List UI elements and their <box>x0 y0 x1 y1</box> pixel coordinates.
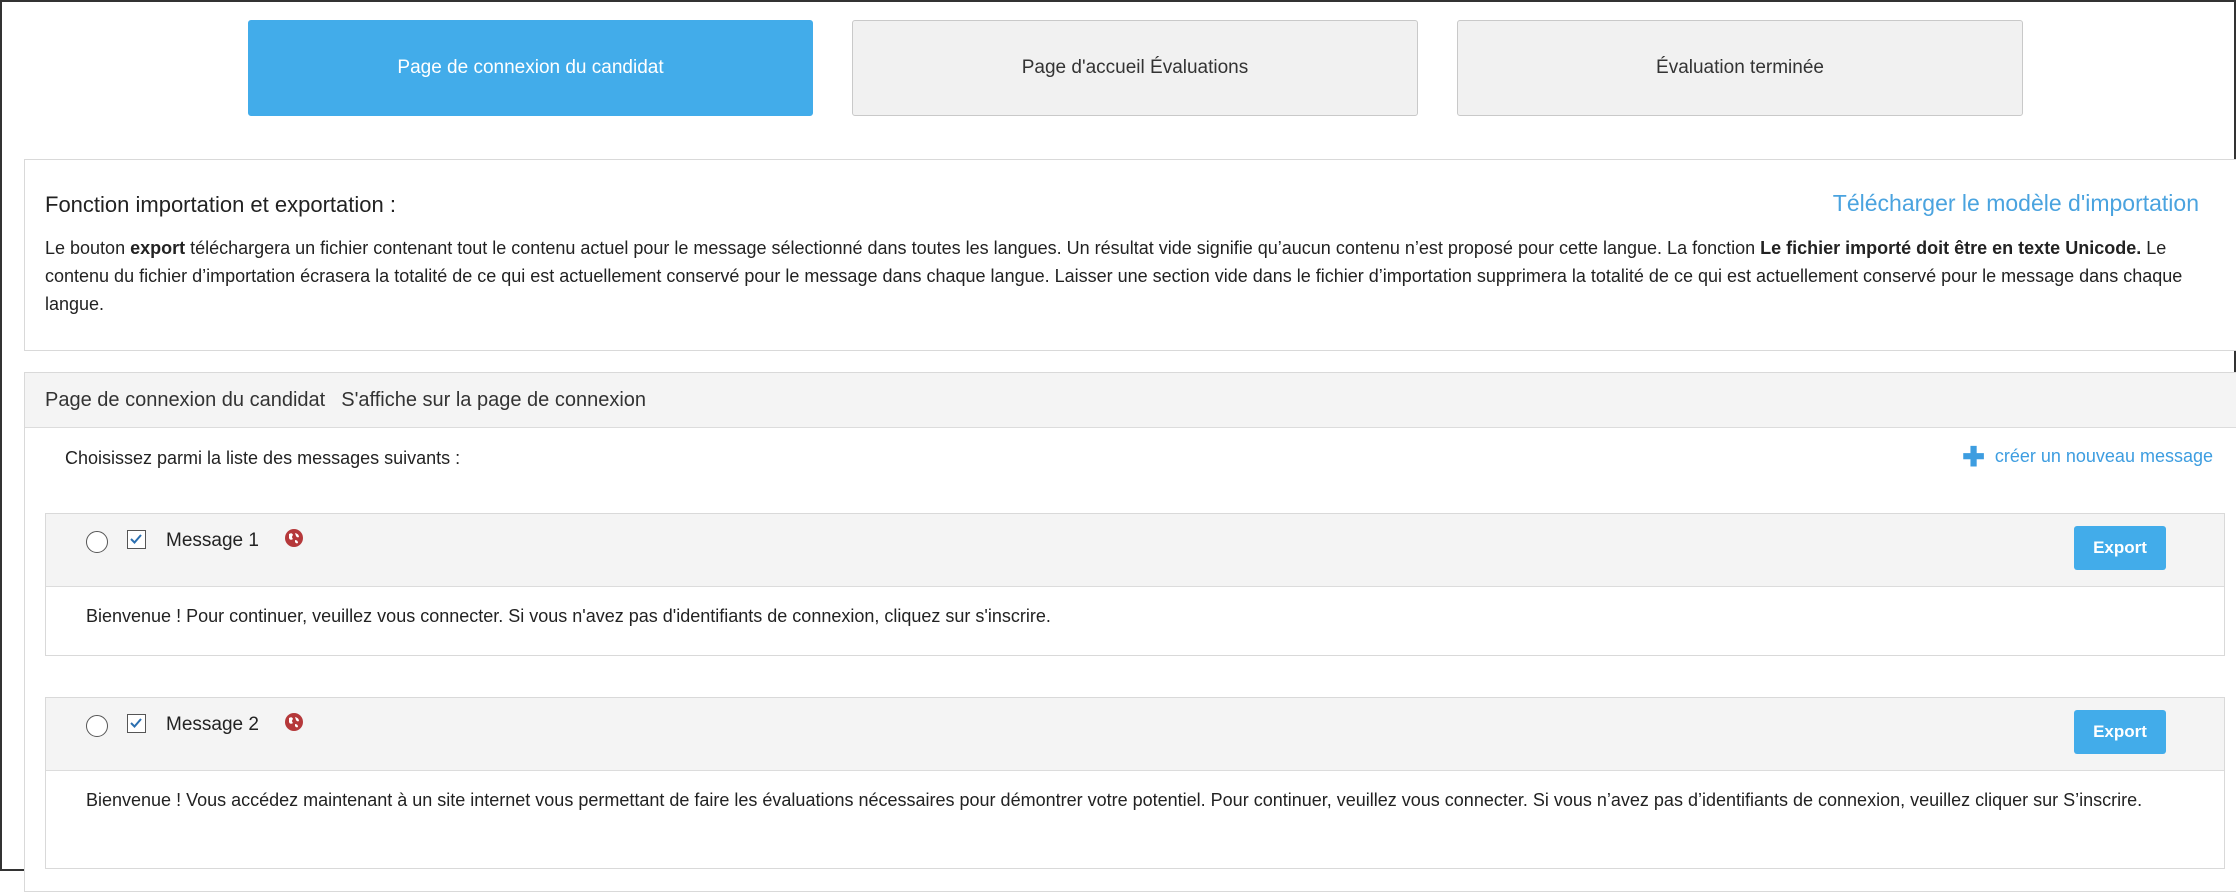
checkmark-icon <box>130 718 142 728</box>
message-card: Message 2 Export Bienvenue ! Vous accéde… <box>45 697 2225 869</box>
import-export-panel: Fonction importation et exportation : Té… <box>24 159 2236 351</box>
section-title: Page de connexion du candidat <box>45 388 326 411</box>
download-import-template-link[interactable]: Télécharger le modèle d'importation <box>1833 190 2199 217</box>
messages-panel: Page de connexion du candidat S'affiche … <box>24 372 2236 892</box>
message-enabled-checkbox[interactable] <box>127 530 146 549</box>
export-button[interactable]: Export <box>2074 526 2166 570</box>
plus-icon: ✚ <box>1962 441 1985 472</box>
globe-icon[interactable] <box>284 528 304 548</box>
description-text: Le bouton <box>45 238 131 258</box>
create-new-message-link[interactable]: ✚ créer un nouveau message <box>1962 441 2213 472</box>
import-export-title: Fonction importation et exportation : <box>45 192 396 217</box>
message-card-header: Message 2 Export <box>46 698 2224 771</box>
tab-label: Page de connexion du candidat <box>397 57 664 78</box>
message-select-radio[interactable] <box>86 715 108 737</box>
tab-label: Évaluation terminée <box>1656 57 1824 78</box>
globe-icon[interactable] <box>284 712 304 732</box>
message-title: Message 2 <box>166 714 259 735</box>
message-card: Message 1 Export Bienvenue ! Pour contin… <box>45 513 2225 656</box>
description-text: téléchargera un fichier contenant tout l… <box>185 238 1761 258</box>
import-export-description: Le bouton export téléchargera un fichier… <box>45 234 2235 318</box>
description-bold-unicode: Le fichier importé doit être en texte Un… <box>1760 238 2142 258</box>
choose-message-label: Choisissez parmi la liste des messages s… <box>65 448 461 468</box>
export-button[interactable]: Export <box>2074 710 2166 754</box>
message-body: Bienvenue ! Pour continuer, veuillez vou… <box>86 606 1051 626</box>
message-title: Message 1 <box>166 530 259 551</box>
description-bold-export: export <box>130 238 186 258</box>
message-enabled-checkbox[interactable] <box>127 714 146 733</box>
tab-assessment-completed[interactable]: Évaluation terminée <box>1457 20 2023 116</box>
message-card-header: Message 1 Export <box>46 514 2224 587</box>
section-subtitle: S'affiche sur la page de connexion <box>341 388 647 411</box>
message-body: Bienvenue ! Vous accédez maintenant à un… <box>86 790 2143 810</box>
tab-assessments-home[interactable]: Page d'accueil Évaluations <box>852 20 1418 116</box>
tab-label: Page d'accueil Évaluations <box>1021 57 1249 78</box>
checkmark-icon <box>130 534 142 544</box>
message-select-radio[interactable] <box>86 531 108 553</box>
tab-candidate-login[interactable]: Page de connexion du candidat <box>248 20 813 116</box>
create-new-message-label: créer un nouveau message <box>1994 446 2213 466</box>
messages-panel-header: Page de connexion du candidat S'affiche … <box>25 373 2236 428</box>
